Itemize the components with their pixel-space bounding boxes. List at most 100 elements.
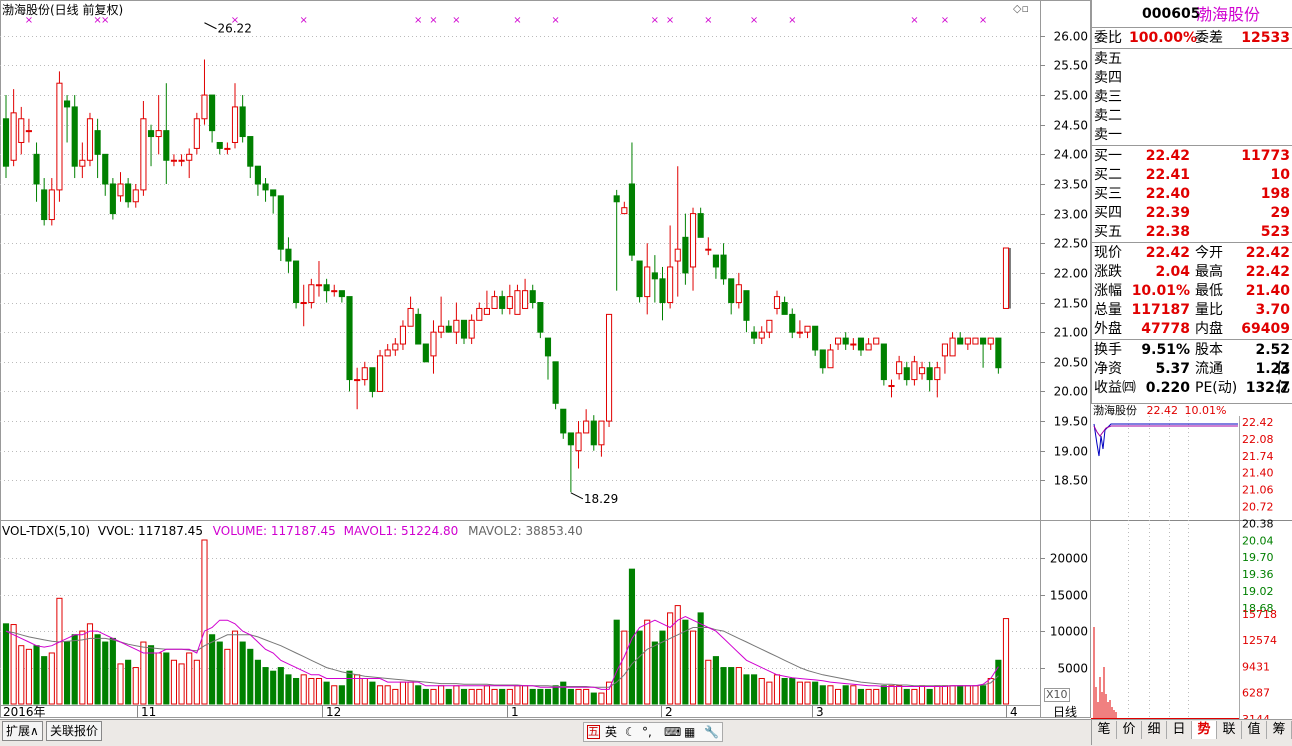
chart-title: 渤海股份(日线 前复权) — [2, 3, 124, 17]
x-axis-label: 12 — [326, 705, 341, 719]
volume-bar — [552, 685, 559, 705]
event-marker: × — [979, 15, 987, 26]
candle-body — [201, 94, 208, 120]
candle-body — [140, 118, 147, 191]
volume-bar — [567, 688, 574, 705]
volume-bar — [812, 681, 819, 705]
candle-body — [667, 266, 674, 304]
grid-icon[interactable]: ▦ — [684, 723, 695, 741]
candle-body — [812, 325, 819, 351]
kline-chart[interactable]: 18.50 19.00 19.50 20.00 20.50 21.00 21.50 22.00… — [0, 0, 1091, 719]
volume-bar — [216, 641, 223, 705]
quote-row: 买二 22.41 10 — [1092, 166, 1292, 185]
moon-icon[interactable]: ☾ — [625, 723, 636, 741]
candle-body — [125, 183, 132, 203]
buy-price: 22.42 — [1145, 148, 1190, 164]
candle-body — [964, 337, 971, 345]
event-marker: × — [941, 15, 949, 26]
stat-label: 最低 — [1195, 283, 1223, 299]
right-tab[interactable]: 联 — [1217, 721, 1242, 739]
stock-code: 000605 — [1142, 6, 1201, 22]
event-marker: × — [300, 15, 308, 26]
candle-body — [514, 290, 521, 315]
right-tab[interactable]: 笔 — [1092, 721, 1117, 739]
stat-value: 69409 — [1241, 321, 1290, 337]
candle-body — [41, 189, 48, 221]
volume-bar — [10, 624, 17, 705]
volume-bar — [445, 688, 452, 705]
related-quotes-tab[interactable]: 关联报价 — [46, 721, 103, 741]
quote-row: 卖二 — [1092, 107, 1292, 126]
volume-bar — [186, 652, 193, 705]
right-tab[interactable]: 细 — [1142, 721, 1167, 739]
wrench-icon[interactable]: 🔧 — [704, 723, 719, 741]
right-tab[interactable]: 价 — [1117, 721, 1142, 739]
candle-body — [376, 355, 384, 392]
mini-volume-tick: 15718 — [1242, 608, 1277, 621]
volume-bar — [506, 688, 513, 705]
candle-body — [453, 319, 460, 333]
volume-bar — [911, 688, 918, 705]
keyboard-icon[interactable]: ⌨ — [664, 723, 681, 741]
buy-price: 22.41 — [1145, 167, 1190, 183]
punctuation-icon[interactable]: °, — [642, 723, 652, 741]
mini-volume-tick: 9431 — [1242, 660, 1270, 673]
price-tick-label: 20.00 — [1054, 385, 1088, 399]
stock-name: 渤海股份 — [1196, 5, 1261, 24]
stat-label: 内盘 — [1195, 321, 1223, 337]
candle-body — [873, 337, 880, 345]
volume-bar — [300, 674, 307, 705]
volume-bar — [209, 634, 216, 705]
volume-bar — [369, 681, 376, 705]
mini-price-tick: 21.74 — [1242, 450, 1274, 463]
right-tab[interactable]: 日 — [1167, 721, 1192, 739]
candle-body — [10, 112, 17, 161]
candle-body — [293, 260, 300, 304]
price-tick-label: 19.50 — [1054, 415, 1088, 429]
volume-bar — [773, 674, 781, 705]
candle-body — [888, 385, 895, 388]
volume-bar — [926, 688, 933, 705]
candle-body — [430, 331, 437, 357]
chart-options-icon[interactable]: ◇▫ — [1013, 3, 1029, 15]
volume-bar — [201, 539, 208, 705]
ime-wubi-icon[interactable]: 五 — [587, 725, 600, 739]
candle-body — [537, 302, 544, 333]
vvol-value: VVOL: 117187.45 — [97, 524, 203, 538]
volume-bar — [514, 685, 521, 705]
candle-body — [659, 278, 666, 304]
right-tab[interactable]: 值 — [1242, 721, 1267, 739]
intraday-mini-chart[interactable]: 22.42 22.08 21.74 21.40 21.06 20.72 20.38 20.04… — [1091, 402, 1292, 719]
stat-label: 量比 — [1195, 302, 1223, 318]
volume-bar — [376, 685, 384, 705]
mavol2-line — [5, 627, 999, 688]
period-label[interactable]: 日线 — [1053, 704, 1077, 720]
candle-body — [209, 94, 216, 132]
right-tab[interactable]: 筹 — [1267, 721, 1292, 739]
volume-bar — [125, 659, 132, 705]
candle-body — [270, 189, 277, 197]
fund-label: 流通 — [1195, 361, 1223, 377]
candle-body — [911, 361, 918, 381]
volume-indicator-header: VOL-TDX(5,10) VVOL: 117187.45 VOLUME: 11… — [2, 523, 583, 539]
ime-toolbar[interactable]: 五 英 ☾ °, ⌨ ▦ 🔧 — [583, 722, 723, 742]
candle-body — [590, 420, 597, 446]
candle-body — [369, 367, 376, 392]
candle-body — [712, 254, 719, 268]
volume-bar — [86, 623, 94, 705]
volume-bar — [522, 685, 529, 705]
volume-bar — [25, 648, 32, 705]
volume-bar — [247, 648, 254, 705]
buy-label: 买三 — [1094, 186, 1122, 202]
volume-bar — [735, 667, 742, 705]
candle-body — [834, 337, 842, 345]
ime-english-label[interactable]: 英 — [605, 723, 617, 741]
candle-body — [544, 337, 552, 357]
candle-body — [728, 278, 735, 304]
volume-bar — [682, 619, 689, 705]
weibi-value: 100.00% — [1129, 30, 1198, 46]
candle-body — [995, 337, 1002, 369]
candle-body — [109, 183, 116, 215]
expand-tab[interactable]: 扩展∧ — [2, 721, 43, 741]
right-tab[interactable]: 势 — [1192, 721, 1217, 739]
